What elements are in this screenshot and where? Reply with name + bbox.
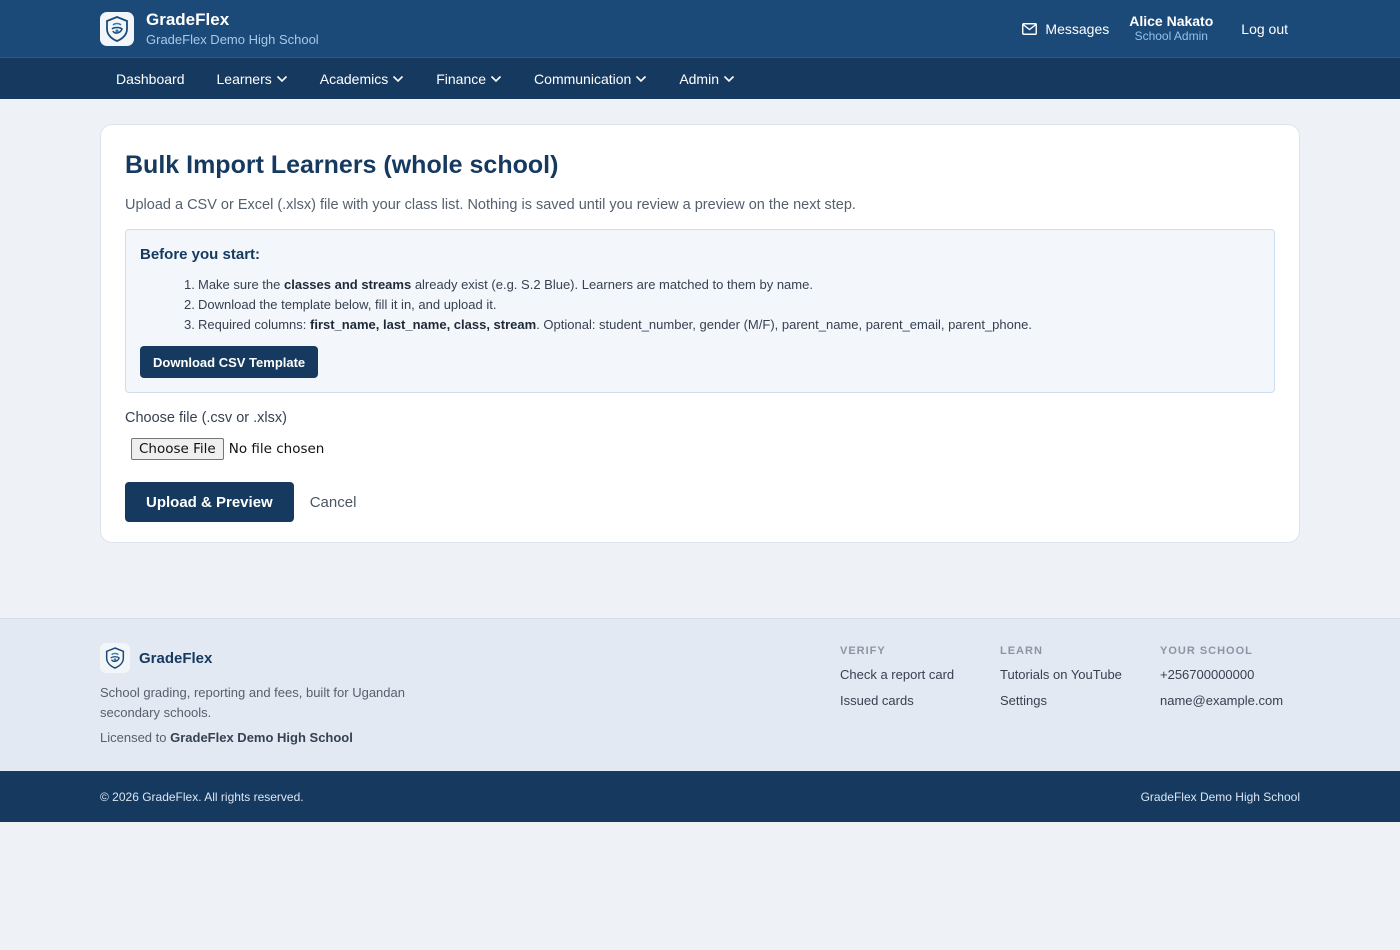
import-card: Bulk Import Learners (whole school) Uplo… — [100, 124, 1300, 543]
instructions-title: Before you start: — [140, 246, 261, 263]
footer-col-learn: LEARN Tutorials on YouTube Settings — [1000, 645, 1160, 709]
nav-learners[interactable]: Learners — [201, 58, 304, 100]
nav-communication-label: Communication — [534, 70, 632, 87]
nav-academics[interactable]: Academics — [304, 58, 420, 100]
instruction-step-1: 1. Make sure the classes and streams alr… — [184, 277, 813, 292]
instructions-list: 1. Make sure the classes and streams alr… — [184, 275, 1260, 335]
step1-text: Make sure the — [198, 277, 284, 292]
footer-col-verify: VERIFY Check a report card Issued cards — [840, 645, 1000, 709]
nav-dashboard[interactable]: Dashboard — [100, 58, 201, 100]
license-school: GradeFlex Demo High School — [170, 730, 353, 745]
chevron-down-icon — [490, 75, 502, 82]
nav-admin-label: Admin — [679, 70, 719, 87]
user-role: School Admin — [1134, 29, 1208, 43]
footer-phone[interactable]: +256700000000 — [1160, 667, 1320, 683]
envelope-icon — [1022, 22, 1038, 35]
brand-name[interactable]: GradeFlex — [146, 10, 319, 29]
step3-bold: first_name, last_name, class, stream — [310, 317, 537, 332]
chevron-down-icon — [276, 75, 287, 82]
file-input[interactable]: Choose File No file chosen — [125, 438, 1275, 460]
nav-finance[interactable]: Finance — [420, 58, 518, 100]
step1-bold: classes and streams — [284, 277, 412, 292]
nav-academics-label: Academics — [319, 70, 389, 87]
bottom-school-name: GradeFlex Demo High School — [1140, 789, 1300, 804]
copyright-text: © 2026 GradeFlex. All rights reserved. — [100, 789, 304, 804]
page-title: Bulk Import Learners (whole school) — [125, 151, 559, 179]
footer-col-title: VERIFY — [840, 645, 886, 657]
download-template-button[interactable]: Download CSV Template — [140, 346, 319, 378]
footer-description: School grading, reporting and fees, buil… — [100, 685, 405, 720]
user-name: Alice Nakato — [1129, 13, 1214, 29]
footer-link-check-report[interactable]: Check a report card — [840, 667, 1000, 683]
messages-label: Messages — [1045, 20, 1110, 37]
chevron-down-icon — [636, 75, 647, 82]
footer-license: Licensed to GradeFlex Demo High School — [100, 730, 1300, 745]
top-header: GradeFlex GradeFlex Demo High School Mes… — [0, 0, 1400, 57]
nav-communication[interactable]: Communication — [518, 58, 663, 100]
chevron-down-icon — [723, 75, 735, 82]
step3-text-end: . Optional: student_number, gender (M/F)… — [536, 317, 1032, 332]
school-name: GradeFlex Demo High School — [146, 31, 319, 47]
footer-bottom-bar: © 2026 GradeFlex. All rights reserved. G… — [0, 771, 1400, 822]
step2-text: Download the template below, fill it in,… — [198, 297, 497, 312]
main-content: Bulk Import Learners (whole school) Uplo… — [0, 99, 1400, 543]
chevron-down-icon — [393, 75, 404, 82]
nav-admin[interactable]: Admin — [663, 58, 751, 100]
footer-columns: VERIFY Check a report card Issued cards … — [840, 645, 1320, 709]
footer-link-tutorials[interactable]: Tutorials on YouTube — [1000, 667, 1160, 683]
choose-file-button[interactable]: Choose File — [131, 438, 224, 460]
main-nav: Dashboard Learners Academics Finance Com… — [0, 57, 1400, 99]
step1-text-end: already exist (e.g. S.2 Blue). Learners … — [411, 277, 813, 292]
file-status: No file chosen — [228, 441, 325, 457]
footer-logo-icon — [100, 643, 130, 673]
footer-col-title: LEARN — [1000, 645, 1043, 657]
logout-link[interactable]: Log out — [1241, 21, 1288, 37]
instruction-step-2: 2. Download the template below, fill it … — [184, 295, 1260, 315]
instruction-step-3: 3. Required columns: first_name, last_na… — [184, 317, 1032, 332]
nav-finance-label: Finance — [436, 70, 487, 87]
footer-link-issued-cards[interactable]: Issued cards — [840, 693, 1000, 709]
brand-logo-icon[interactable] — [100, 11, 134, 46]
messages-link[interactable]: Messages — [1022, 21, 1109, 37]
file-field-label: Choose file (.csv or .xlsx) — [125, 410, 287, 426]
nav-dashboard-label: Dashboard — [116, 70, 185, 87]
form-actions: Upload & Preview Cancel — [125, 482, 1275, 522]
footer-col-your-school: YOUR SCHOOL +256700000000 name@example.c… — [1160, 645, 1320, 709]
instructions-box: Before you start: 1. Make sure the class… — [125, 229, 1275, 393]
user-profile[interactable]: Alice Nakato School Admin — [1129, 13, 1214, 44]
page-intro: Upload a CSV or Excel (.xlsx) file with … — [125, 197, 856, 213]
license-prefix: Licensed to — [100, 730, 171, 745]
site-footer: GradeFlex School grading, reporting and … — [0, 618, 1400, 771]
step3-text: Required columns: — [198, 317, 310, 332]
upload-preview-button[interactable]: Upload & Preview — [125, 482, 294, 522]
cancel-link[interactable]: Cancel — [310, 494, 357, 511]
nav-learners-label: Learners — [216, 70, 272, 87]
footer-brand-name: GradeFlex — [139, 649, 213, 667]
footer-col-title: YOUR SCHOOL — [1160, 645, 1253, 657]
footer-email[interactable]: name@example.com — [1160, 693, 1320, 709]
footer-link-settings[interactable]: Settings — [1000, 693, 1160, 709]
